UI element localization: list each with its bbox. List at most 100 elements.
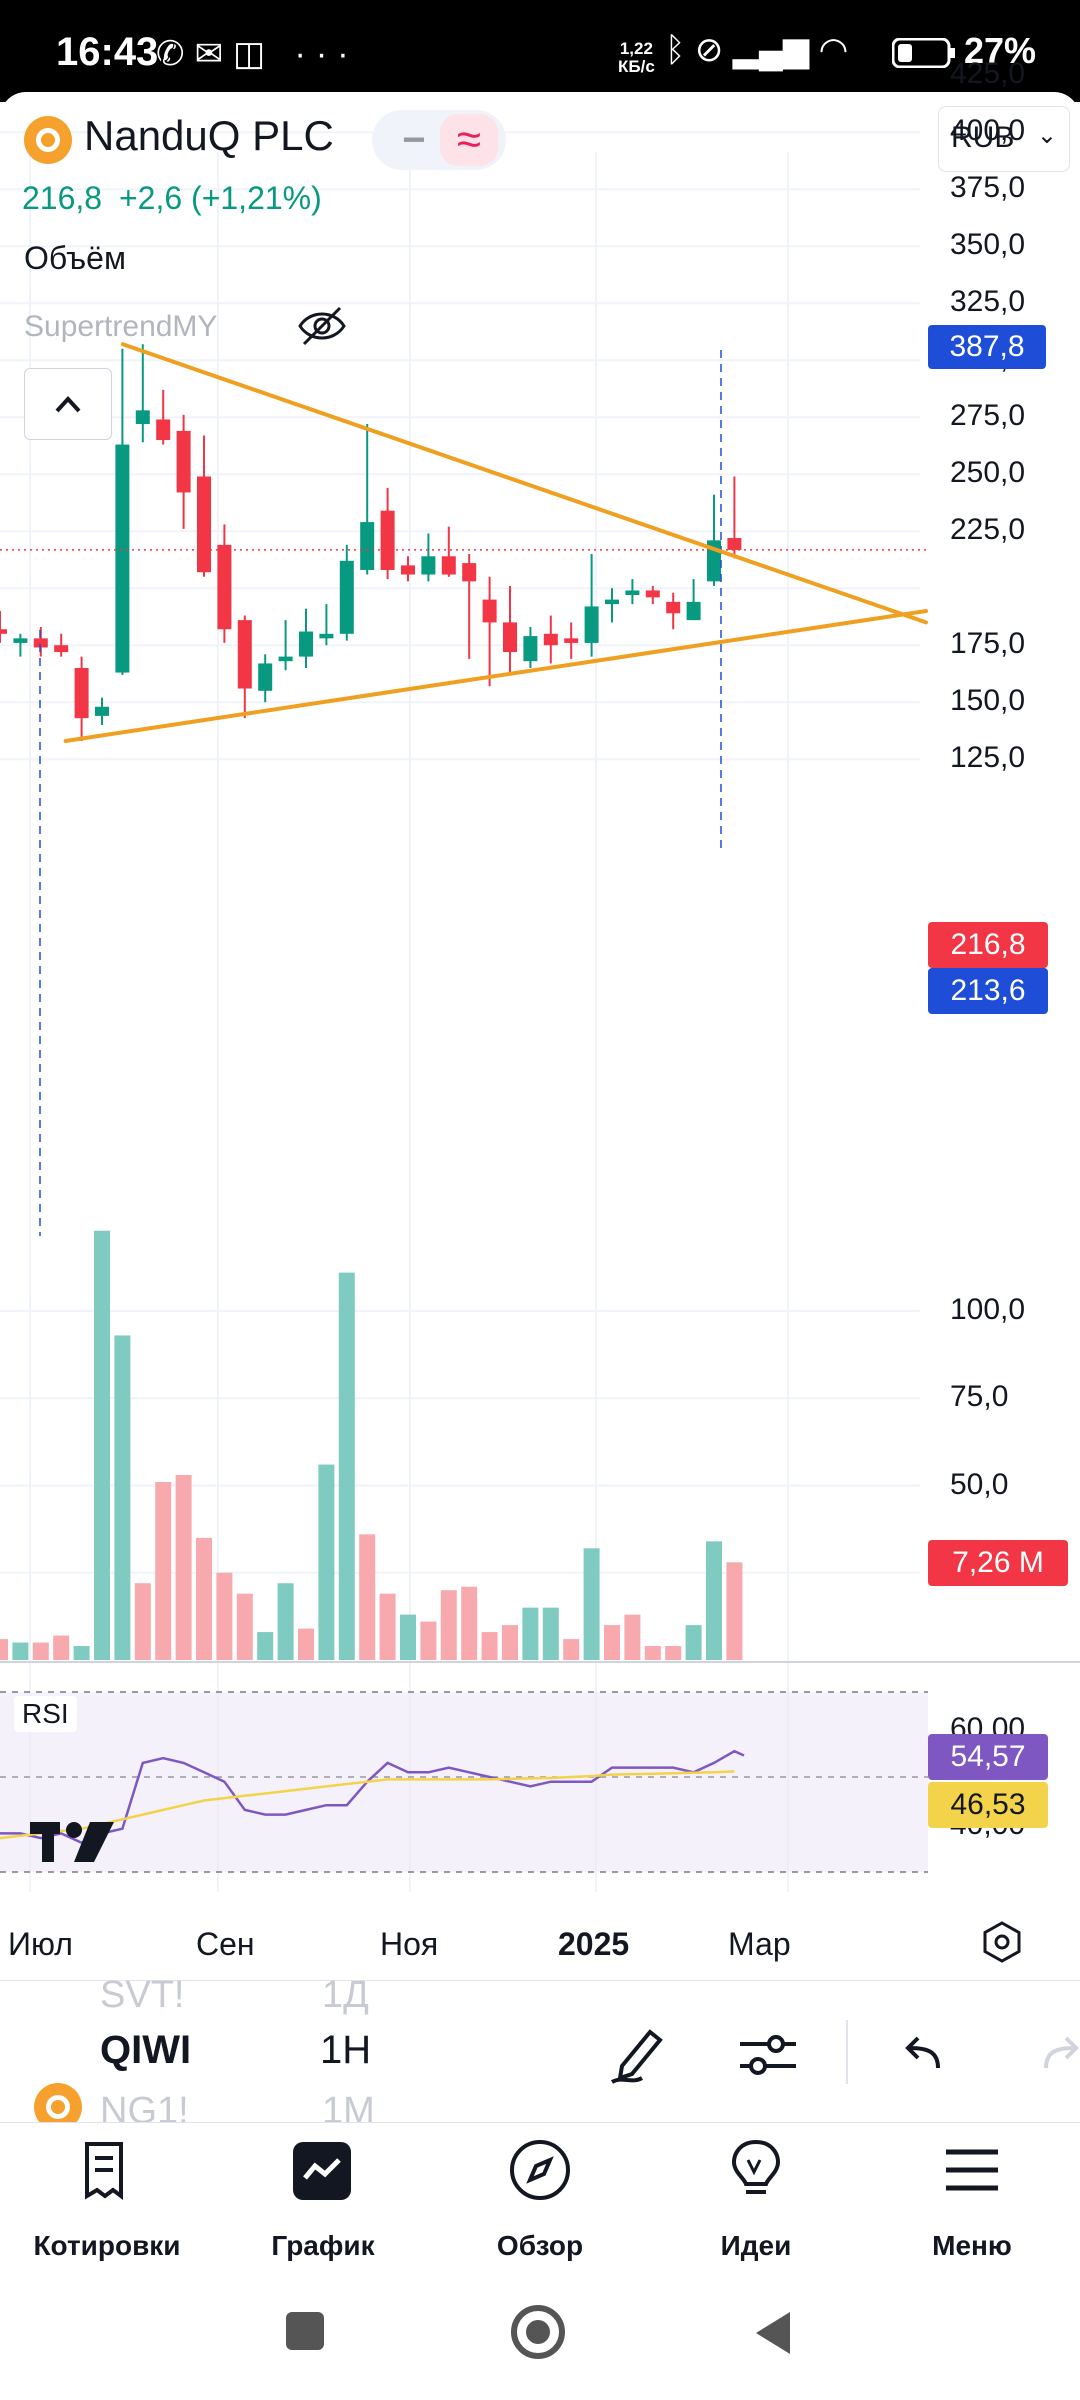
settings-hexagon-icon[interactable] bbox=[980, 1920, 1024, 1964]
volume-bar bbox=[706, 1541, 722, 1660]
recents-button[interactable] bbox=[286, 2312, 324, 2350]
time-label-2025: 2025 bbox=[558, 1926, 630, 1962]
candle-body bbox=[401, 565, 415, 575]
status-bar: 16:43 ✆✉◫ ··· 1,22 КБ/с ᛒ ⊘ ▂▄▆ ◠ 27% bbox=[0, 0, 1080, 102]
candle-body bbox=[299, 631, 313, 657]
toolbar-divider bbox=[846, 2020, 848, 2084]
price-tick: 425,0 bbox=[950, 57, 1026, 90]
volume-bar bbox=[134, 1583, 151, 1660]
candle-body bbox=[33, 638, 48, 648]
home-button[interactable] bbox=[510, 2304, 566, 2360]
hamburger-menu-icon bbox=[946, 2149, 998, 2191]
symbol-picker[interactable]: QIWI bbox=[100, 2028, 191, 2073]
volume-bar bbox=[338, 1272, 355, 1660]
candle-body bbox=[176, 430, 191, 493]
volume-bar bbox=[114, 1335, 131, 1660]
collapse-legend-button[interactable] bbox=[24, 368, 112, 440]
symbol-logo-icon bbox=[24, 116, 72, 164]
prev-interval-ghost: 1Д bbox=[322, 1974, 369, 2016]
candle-body bbox=[339, 560, 354, 634]
volume-bar bbox=[563, 1639, 580, 1660]
tradingview-logo bbox=[30, 1822, 114, 1862]
candle-body bbox=[584, 606, 599, 643]
high-marker-label: 387,8 bbox=[928, 325, 1046, 369]
volume-legend[interactable]: Объём bbox=[24, 240, 126, 277]
back-button[interactable] bbox=[752, 2310, 792, 2356]
price-tick: 175,0 bbox=[950, 627, 1026, 660]
candle-body bbox=[645, 590, 660, 598]
net-speed: 1,22 КБ/с bbox=[618, 40, 655, 76]
compass-icon bbox=[510, 2140, 570, 2200]
candle-body bbox=[564, 638, 579, 643]
current-price-label: 216,8 bbox=[928, 922, 1048, 968]
volume-bar bbox=[155, 1482, 172, 1660]
volume-tick: 75,0 bbox=[950, 1380, 1009, 1413]
volume-tick: 50,0 bbox=[950, 1468, 1009, 1501]
volume-bar bbox=[604, 1625, 620, 1660]
chart-icon bbox=[293, 2142, 351, 2200]
trend-line bbox=[120, 342, 928, 625]
candle-body bbox=[115, 444, 130, 673]
redo-icon[interactable] bbox=[1038, 2034, 1080, 2074]
undo-icon[interactable] bbox=[902, 2034, 946, 2074]
price-tick: 125,0 bbox=[950, 741, 1026, 774]
volume-bar bbox=[583, 1548, 600, 1660]
volume-bar bbox=[542, 1607, 559, 1660]
lightbulb-icon bbox=[731, 2139, 781, 2194]
candle-body bbox=[217, 544, 232, 630]
volume-bars bbox=[0, 1230, 743, 1660]
supertrend-legend[interactable]: SupertrendMY bbox=[24, 310, 217, 344]
system-status-icons: ᛒ ⊘ ▂▄▆ ◠ bbox=[665, 31, 849, 69]
candle-body bbox=[686, 601, 701, 621]
current-volume-label: 7,26 M bbox=[928, 1540, 1068, 1586]
volume-bar bbox=[726, 1562, 743, 1660]
nav-chart-label: График bbox=[271, 2230, 375, 2261]
volume-bar bbox=[216, 1572, 233, 1660]
eye-hidden-icon[interactable] bbox=[296, 304, 348, 348]
nav-menu-label: Меню bbox=[932, 2230, 1012, 2261]
volume-tick: 100,0 bbox=[950, 1293, 1026, 1326]
chevron-up-icon bbox=[55, 396, 81, 413]
volume-bar bbox=[624, 1614, 641, 1660]
candle-body bbox=[197, 476, 211, 573]
price-tick: 400,0 bbox=[950, 114, 1026, 147]
quotes-list-icon bbox=[85, 2142, 123, 2200]
quote-line: 216,8 +2,6 (+1,21%) bbox=[22, 180, 322, 217]
prev-symbol-ghost: SVT! bbox=[100, 1974, 185, 2016]
volume-bar bbox=[12, 1642, 29, 1660]
wave-icon[interactable]: ≈ bbox=[440, 114, 498, 166]
volume-bar bbox=[502, 1625, 518, 1660]
candle-body bbox=[135, 410, 150, 425]
symbol-title[interactable]: NanduQ PLC bbox=[84, 112, 334, 160]
candle-body bbox=[727, 538, 742, 550]
volume-bar bbox=[440, 1590, 457, 1660]
volume-bar bbox=[644, 1646, 661, 1660]
drawing-pen-icon[interactable] bbox=[608, 2022, 668, 2086]
price-tick: 275,0 bbox=[950, 399, 1026, 432]
candle-body bbox=[0, 629, 7, 634]
volume-bar bbox=[298, 1628, 314, 1660]
volume-bar bbox=[522, 1607, 539, 1660]
chart-canvas[interactable] bbox=[0, 92, 1080, 1982]
chevron-down-icon: ⌄ bbox=[1036, 122, 1057, 149]
volume-bar bbox=[359, 1534, 376, 1660]
volume-bar bbox=[461, 1586, 478, 1660]
rsi-ma-label: 46,53 bbox=[928, 1782, 1048, 1828]
volume-bar bbox=[420, 1621, 437, 1660]
price-tick: 225,0 bbox=[950, 513, 1026, 546]
volume-bar bbox=[175, 1475, 192, 1660]
notification-icons: ✆✉◫ ··· bbox=[156, 35, 359, 73]
candle-body bbox=[278, 656, 293, 662]
rsi-legend[interactable]: RSI bbox=[14, 1696, 77, 1732]
price-tick: 250,0 bbox=[950, 456, 1026, 489]
minus-icon[interactable]: − bbox=[394, 118, 434, 162]
candle-body bbox=[13, 638, 28, 643]
nav-overview-label: Обзор bbox=[496, 2230, 584, 2261]
interval-picker[interactable]: 1H bbox=[320, 2028, 371, 2073]
volume-bar bbox=[257, 1632, 274, 1660]
candle-body bbox=[74, 668, 89, 719]
candle-body bbox=[258, 663, 273, 691]
price-change: +2,6 (+1,21%) bbox=[118, 180, 322, 216]
volume-bar bbox=[236, 1593, 253, 1660]
indicators-sliders-icon[interactable] bbox=[738, 2028, 798, 2080]
